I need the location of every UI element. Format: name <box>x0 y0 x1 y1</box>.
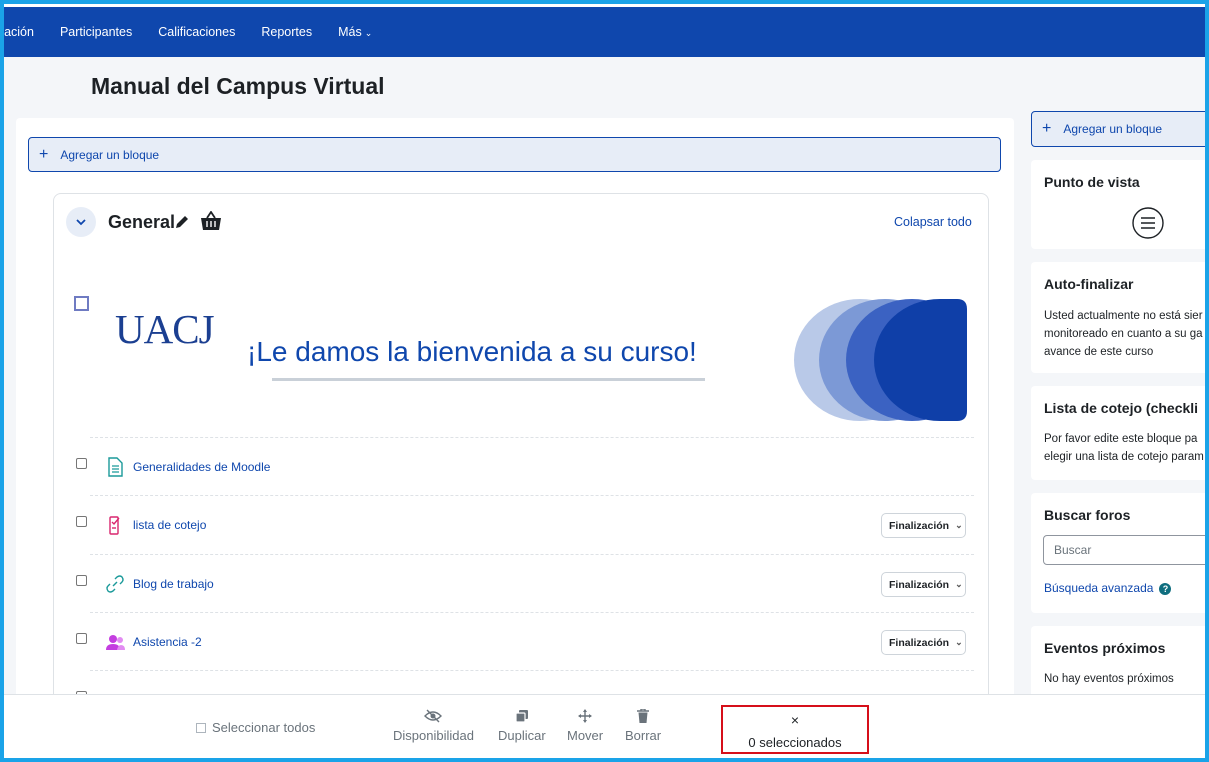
welcome-underline <box>272 378 705 381</box>
activity-checkbox[interactable] <box>76 516 87 527</box>
drawer-add-block-label: Agregar un bloque <box>1063 122 1163 136</box>
block-title: Auto-finalizar <box>1044 276 1134 292</box>
section-title[interactable]: General <box>108 212 175 233</box>
collapse-all-link[interactable]: Colapsar todo <box>894 215 972 229</box>
completion-label: Finalización <box>889 578 950 591</box>
checklist-icon <box>109 516 120 535</box>
block-auto-finalizar: Auto-finalizar Usted actualmente no está… <box>1031 262 1209 373</box>
activity-checkbox[interactable] <box>76 575 87 586</box>
chevron-down-icon: ⌄ <box>955 520 963 530</box>
nav-item-reportes[interactable]: Reportes <box>261 25 312 39</box>
block-title: Lista de cotejo (checkli <box>1044 400 1199 416</box>
chevron-down-icon <box>76 219 86 226</box>
top-navigation: guración Participantes Calificaciones Re… <box>0 7 1209 57</box>
drawer-add-block-button[interactable]: + Agregar un bloque <box>1031 111 1209 147</box>
block-punto-de-vista: Punto de vista <box>1031 160 1209 249</box>
plus-icon: + <box>39 145 49 163</box>
advanced-search-link[interactable]: Búsqueda avanzada? <box>1044 581 1172 595</box>
activity-link[interactable]: Blog de trabajo <box>133 577 214 591</box>
select-all-checkbox[interactable]: Seleccionar todos <box>196 720 315 735</box>
completion-dropdown[interactable]: Finalización ⌄ <box>881 630 966 655</box>
move-button[interactable]: Mover <box>567 709 603 743</box>
chevron-down-icon: ⌄ <box>955 579 963 589</box>
add-block-button[interactable]: + Agregar un bloque <box>28 137 1001 172</box>
activity-row: Blog de trabajo Finalización ⌄ <box>76 554 974 612</box>
plus-icon: + <box>1042 120 1052 137</box>
page-icon <box>108 457 123 477</box>
block-title: Buscar foros <box>1044 507 1131 523</box>
block-text: monitoreado en cuanto a su ga <box>1044 328 1203 340</box>
nav-item-mas-label: Más <box>338 25 362 39</box>
select-all-label: Seleccionar todos <box>212 720 316 735</box>
selection-status: × 0 seleccionados <box>721 705 869 754</box>
pencil-icon[interactable] <box>174 214 190 230</box>
left-scroll-strip <box>0 113 4 173</box>
activity-link[interactable]: lista de cotejo <box>133 518 206 532</box>
block-text: Por favor edite este bloque pa <box>1044 433 1198 445</box>
page-title: Manual del Campus Virtual <box>91 73 385 99</box>
welcome-heading: ¡Le damos la bienvenida a su curso! <box>247 336 697 367</box>
completion-dropdown[interactable]: Finalización ⌄ <box>881 572 966 597</box>
completion-label: Finalización <box>889 519 950 532</box>
checkbox-box[interactable] <box>196 722 206 733</box>
move-arrows-icon <box>578 709 593 723</box>
block-checklist: Lista de cotejo (checkli Por favor edite… <box>1031 386 1209 480</box>
banner-decoration <box>794 299 967 421</box>
move-label: Mover <box>567 728 604 743</box>
block-text: Usted actualmente no está sier <box>1044 310 1203 322</box>
url-link-icon <box>106 575 124 593</box>
block-title: Punto de vista <box>1044 174 1140 190</box>
nav-item-mas[interactable]: Más ⌄ <box>338 25 372 39</box>
activity-row: Asistencia -2 Finalización ⌄ <box>76 612 974 670</box>
availability-label: Disponibilidad <box>393 728 474 743</box>
trash-icon <box>637 709 650 723</box>
duplicate-label: Duplicar <box>498 728 546 743</box>
activity-link[interactable]: Generalidades de Moodle <box>133 460 270 474</box>
chevron-down-icon: ⌄ <box>364 28 373 38</box>
block-buscar-foros: Buscar foros Buscar Búsqueda avanzada? <box>1031 493 1209 613</box>
activity-checkbox[interactable] <box>76 458 87 469</box>
advanced-search-label: Búsqueda avanzada <box>1044 581 1154 595</box>
attendance-icon <box>106 635 125 650</box>
completion-label: Finalización <box>889 636 950 649</box>
activity-checkbox[interactable] <box>76 633 87 644</box>
forum-search-input[interactable]: Buscar <box>1043 535 1209 565</box>
completion-dropdown[interactable]: Finalización ⌄ <box>881 513 966 538</box>
block-text: No hay eventos próximos <box>1044 673 1174 685</box>
copy-icon <box>515 710 528 723</box>
nav-item-configuracion[interactable]: guración <box>0 25 34 39</box>
nav-item-calificaciones[interactable]: Calificaciones <box>158 25 235 39</box>
chevron-down-icon: ⌄ <box>955 637 963 647</box>
duplicate-button[interactable]: Duplicar <box>498 709 546 743</box>
block-title: Eventos próximos <box>1044 640 1166 656</box>
add-block-label: Agregar un bloque <box>60 147 160 162</box>
section-collapse-button[interactable] <box>66 207 96 237</box>
nav-item-participantes[interactable]: Participantes <box>60 25 132 39</box>
availability-button[interactable]: Disponibilidad <box>393 709 474 743</box>
block-text: avance de este curso <box>1044 346 1154 358</box>
activity-link[interactable]: Asistencia -2 <box>133 635 202 649</box>
delete-label: Borrar <box>625 728 662 743</box>
block-text: elegir una lista de cotejo param <box>1044 451 1204 463</box>
activity-row: Generalidades de Moodle <box>76 437 974 495</box>
banner-checkbox[interactable] <box>74 296 89 311</box>
basket-icon[interactable] <box>200 211 222 231</box>
list-icon[interactable] <box>1132 207 1164 239</box>
eye-slash-icon <box>424 709 443 723</box>
close-icon[interactable]: × <box>723 712 867 728</box>
help-icon[interactable]: ? <box>1159 582 1172 595</box>
delete-button[interactable]: Borrar <box>625 709 661 743</box>
bulk-edit-toolbar: Seleccionar todos Disponibilidad Duplica… <box>0 694 1209 762</box>
activity-row: lista de cotejo Finalización ⌄ <box>76 495 974 553</box>
selected-count: 0 seleccionados <box>748 735 842 750</box>
uacj-logo: UACJ <box>115 306 215 352</box>
